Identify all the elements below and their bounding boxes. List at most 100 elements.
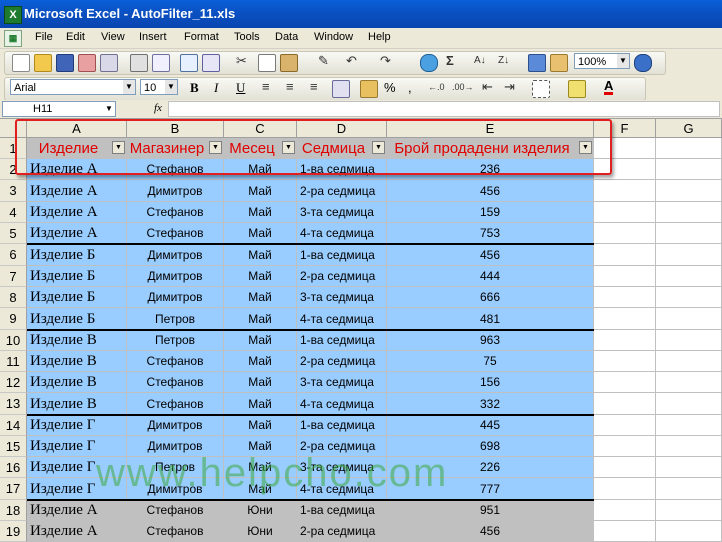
data-cell[interactable]: 3-та седмица <box>297 372 387 393</box>
data-cell[interactable]: Димитров <box>127 266 224 287</box>
data-cell[interactable]: Изделие Г <box>27 436 127 457</box>
data-cell[interactable]: 3-та седмица <box>297 287 387 308</box>
empty-cell[interactable] <box>656 138 722 159</box>
data-cell[interactable]: 4-та седмица <box>297 223 387 244</box>
menu-insert[interactable]: Insert <box>139 31 167 43</box>
data-cell[interactable]: 456 <box>387 521 594 542</box>
row-header-12[interactable]: 12 <box>0 372 27 393</box>
data-cell[interactable]: Май <box>224 436 297 457</box>
font-name-select[interactable]: Arial ▼ <box>10 79 136 95</box>
empty-cell[interactable] <box>594 372 656 393</box>
align-left-icon[interactable]: ≡ <box>262 78 270 96</box>
data-cell[interactable]: Изделие А <box>27 500 127 521</box>
data-cell[interactable]: 2-ра седмица <box>297 436 387 457</box>
empty-cell[interactable] <box>594 308 656 330</box>
empty-cell[interactable] <box>594 287 656 308</box>
data-cell[interactable]: Май <box>224 393 297 415</box>
data-cell[interactable]: 2-ра седмица <box>297 266 387 287</box>
column-header-a[interactable]: A <box>27 119 127 138</box>
data-cell[interactable]: 456 <box>387 244 594 266</box>
column-header-f[interactable]: F <box>594 119 656 138</box>
chevron-down-icon[interactable]: ▼ <box>165 80 177 94</box>
empty-cell[interactable] <box>656 521 722 542</box>
data-cell[interactable]: 2-ра седмица <box>297 521 387 542</box>
data-cell[interactable]: 753 <box>387 223 594 244</box>
data-cell[interactable]: 156 <box>387 372 594 393</box>
data-cell[interactable]: Изделие А <box>27 159 127 180</box>
percent-button[interactable]: % <box>384 80 396 95</box>
excel-icon[interactable]: X <box>4 6 22 24</box>
sort-descending-icon[interactable]: Z↓ <box>498 52 509 70</box>
data-cell[interactable]: 481 <box>387 308 594 330</box>
paste-icon[interactable] <box>280 54 298 72</box>
data-cell[interactable]: Стефанов <box>127 351 224 372</box>
empty-cell[interactable] <box>594 138 656 159</box>
menu-edit[interactable]: Edit <box>66 31 85 43</box>
empty-cell[interactable] <box>594 244 656 266</box>
autosum-icon[interactable]: Σ <box>446 52 454 70</box>
data-cell[interactable]: 226 <box>387 457 594 478</box>
column-header-d[interactable]: D <box>297 119 387 138</box>
autofilter-dropdown-icon[interactable]: ▼ <box>372 141 385 154</box>
data-cell[interactable]: 777 <box>387 478 594 500</box>
data-cell[interactable]: Изделие В <box>27 330 127 351</box>
header-cell-c[interactable]: Месец ▼ <box>224 138 297 159</box>
data-cell[interactable]: 1-ва седмица <box>297 415 387 436</box>
autofilter-dropdown-icon[interactable]: ▼ <box>579 141 592 154</box>
data-cell[interactable]: Май <box>224 457 297 478</box>
data-cell[interactable]: 445 <box>387 415 594 436</box>
copy-icon[interactable] <box>258 54 276 72</box>
data-cell[interactable]: 75 <box>387 351 594 372</box>
empty-cell[interactable] <box>594 223 656 244</box>
empty-cell[interactable] <box>594 436 656 457</box>
data-cell[interactable]: Изделие А <box>27 223 127 244</box>
data-cell[interactable]: 1-ва седмица <box>297 500 387 521</box>
empty-cell[interactable] <box>594 478 656 500</box>
data-cell[interactable]: 4-та седмица <box>297 308 387 330</box>
row-header-4[interactable]: 4 <box>0 202 27 223</box>
cut-icon[interactable]: ✂ <box>236 52 247 70</box>
row-header-1[interactable]: 1 <box>0 138 27 159</box>
menu-format[interactable]: Format <box>184 31 219 43</box>
data-cell[interactable]: Стефанов <box>127 500 224 521</box>
autofilter-dropdown-icon[interactable]: ▼ <box>112 141 125 154</box>
header-cell-b[interactable]: Магазинер ▼ <box>127 138 224 159</box>
menu-tools[interactable]: Tools <box>234 31 260 43</box>
data-cell[interactable]: 2-ра седмица <box>297 351 387 372</box>
new-icon[interactable] <box>12 54 30 72</box>
menu-help[interactable]: Help <box>368 31 391 43</box>
empty-cell[interactable] <box>656 287 722 308</box>
data-cell[interactable]: Изделие Г <box>27 457 127 478</box>
empty-cell[interactable] <box>594 330 656 351</box>
data-cell[interactable]: Май <box>224 202 297 223</box>
row-header-14[interactable]: 14 <box>0 415 27 436</box>
empty-cell[interactable] <box>656 393 722 415</box>
data-cell[interactable]: Юни <box>224 500 297 521</box>
chevron-down-icon[interactable]: ▼ <box>123 80 135 94</box>
empty-cell[interactable] <box>656 180 722 202</box>
data-cell[interactable]: Изделие А <box>27 521 127 542</box>
row-header-5[interactable]: 5 <box>0 223 27 244</box>
data-cell[interactable]: Петров <box>127 308 224 330</box>
hyperlink-icon[interactable] <box>420 54 438 72</box>
empty-cell[interactable] <box>656 202 722 223</box>
data-cell[interactable]: Изделие В <box>27 351 127 372</box>
data-cell[interactable]: Юни <box>224 521 297 542</box>
row-header-7[interactable]: 7 <box>0 266 27 287</box>
decrease-indent-icon[interactable]: ⇤ <box>482 78 493 96</box>
data-cell[interactable]: Май <box>224 478 297 500</box>
data-cell[interactable]: Май <box>224 244 297 266</box>
empty-cell[interactable] <box>594 202 656 223</box>
data-cell[interactable]: Изделие Б <box>27 266 127 287</box>
data-cell[interactable]: Димитров <box>127 478 224 500</box>
data-cell[interactable]: 2-ра седмица <box>297 180 387 202</box>
data-cell[interactable]: 236 <box>387 159 594 180</box>
data-cell[interactable]: 698 <box>387 436 594 457</box>
menu-window[interactable]: Window <box>314 31 353 43</box>
data-cell[interactable]: Изделие Б <box>27 244 127 266</box>
empty-cell[interactable] <box>656 244 722 266</box>
row-header-2[interactable]: 2 <box>0 159 27 180</box>
empty-cell[interactable] <box>594 180 656 202</box>
column-header-c[interactable]: C <box>224 119 297 138</box>
insert-function-icon[interactable]: fx <box>154 102 162 114</box>
